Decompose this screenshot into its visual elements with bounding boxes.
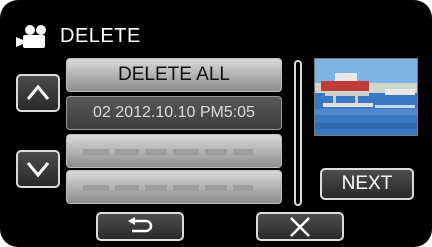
delete-all-button[interactable]: DELETE ALL [66, 58, 282, 92]
list-item-obscured-1[interactable] [66, 134, 282, 168]
list-item-label: 02 2012.10.10 PM5:05 [93, 104, 255, 121]
list-item-selected[interactable]: 02 2012.10.10 PM5:05 [66, 96, 282, 130]
obscured-text [83, 185, 265, 191]
delete-all-label: DELETE ALL [118, 64, 230, 85]
video-camera-icon [16, 25, 46, 48]
chevron-down-icon [26, 162, 50, 178]
camera-screen: DELETE DELETE ALL 02 2012.10.10 PM5:05 N… [0, 0, 432, 247]
page-title: DELETE [60, 25, 141, 47]
chevron-up-icon [26, 84, 50, 100]
scroll-down-button[interactable] [16, 150, 60, 188]
scroll-up-button[interactable] [16, 74, 60, 112]
return-arrow-icon [128, 216, 153, 232]
list-item-obscured-2[interactable] [66, 170, 282, 204]
close-button[interactable] [256, 212, 344, 241]
scrollbar[interactable] [294, 60, 302, 206]
obscured-text [83, 149, 265, 155]
next-button[interactable]: NEXT [320, 168, 414, 200]
close-icon [290, 216, 310, 237]
video-thumbnail [314, 58, 418, 136]
back-button[interactable] [96, 212, 184, 241]
